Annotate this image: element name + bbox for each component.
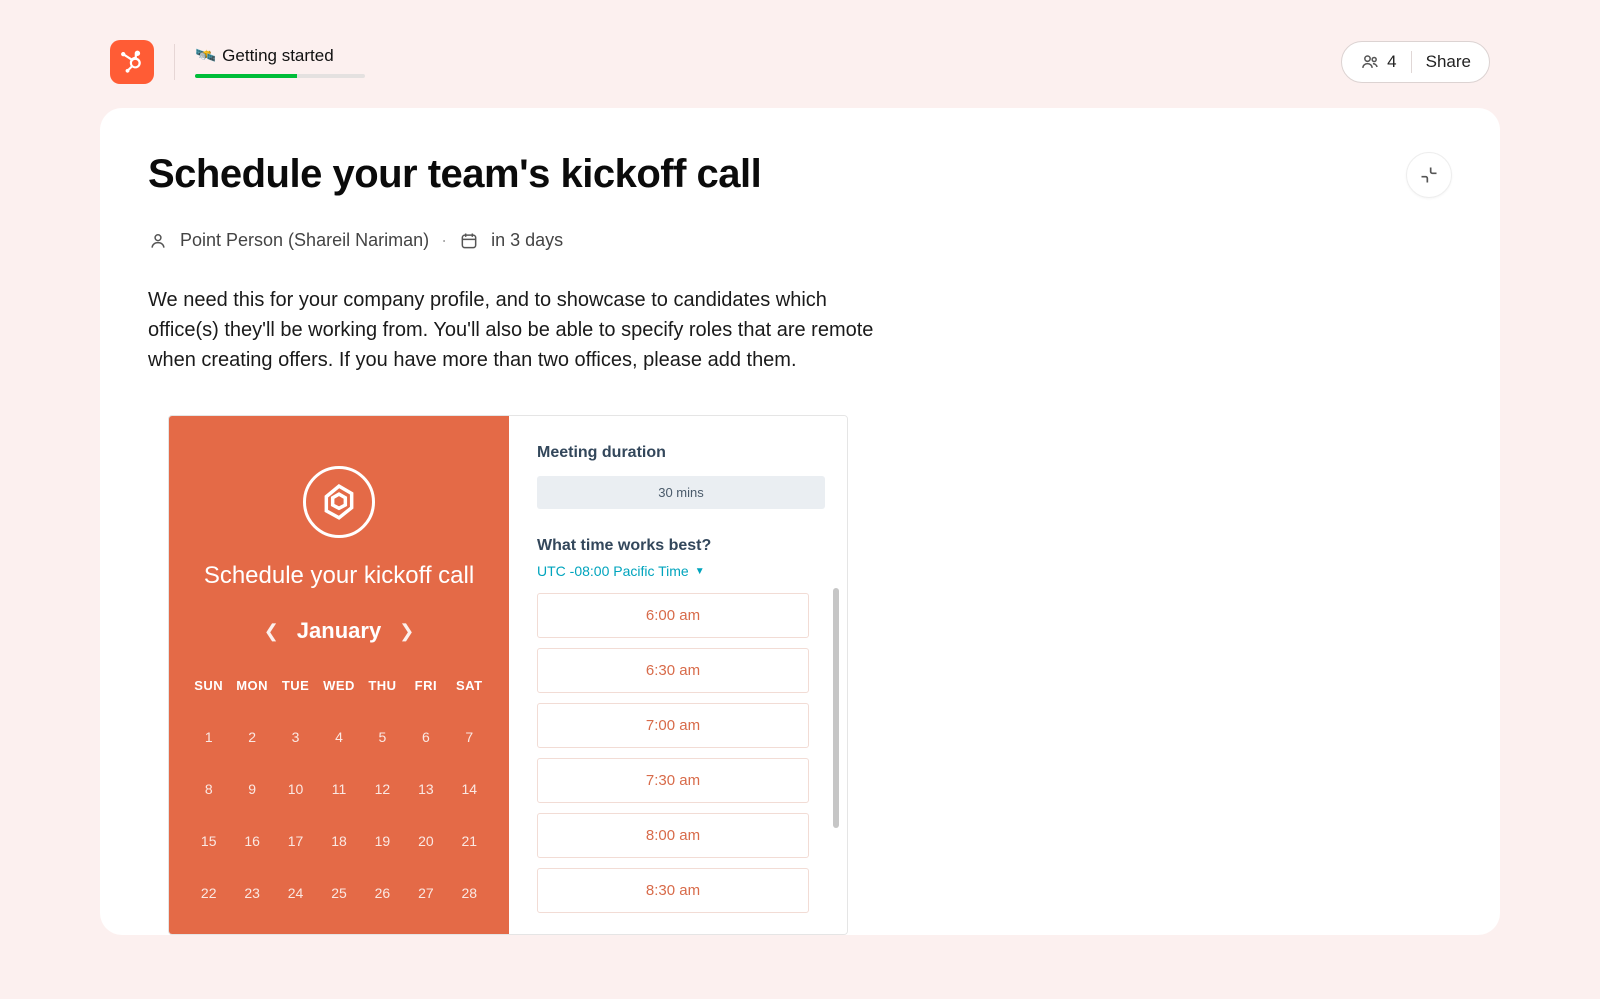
scrollbar-thumb[interactable] xyxy=(833,588,839,828)
timezone-value: UTC -08:00 Pacific Time xyxy=(537,563,689,579)
calendar-week-row: 891011121314 xyxy=(187,773,491,805)
share-controls: 4 Share xyxy=(1341,41,1490,83)
calendar-icon xyxy=(459,231,479,251)
timezone-selector[interactable]: UTC -08:00 Pacific Time ▼ xyxy=(537,563,825,579)
share-button[interactable]: Share xyxy=(1426,52,1471,72)
calendar-day-cell[interactable]: 6 xyxy=(404,721,447,753)
calendar-day-cell[interactable]: 2 xyxy=(230,721,273,753)
meta-row: Point Person (Shareil Nariman) · in 3 da… xyxy=(148,230,1452,251)
calendar-week-row: 22232425262728 xyxy=(187,877,491,909)
people-icon xyxy=(1360,52,1380,72)
calendar-day-cell[interactable]: 7 xyxy=(448,721,491,753)
separator-dot: · xyxy=(441,230,447,251)
calendar-day-cell[interactable]: 11 xyxy=(317,773,360,805)
card-title: Schedule your team's kickoff call xyxy=(148,152,761,197)
calendar-day-cell[interactable]: 1 xyxy=(187,721,230,753)
time-slot-list: 6:00 am 6:30 am 7:00 am 7:30 am 8:00 am 8:30 … xyxy=(537,593,825,913)
calendar-day-cell[interactable]: 23 xyxy=(230,877,273,909)
duration-label: Meeting duration xyxy=(537,444,825,462)
calendar-day-cell[interactable]: 5 xyxy=(361,721,404,753)
calendar-day-cell[interactable]: 14 xyxy=(448,773,491,805)
calendar-day-cell[interactable]: 25 xyxy=(317,877,360,909)
scheduler-preview: Schedule your kickoff call ❮ January ❯ S… xyxy=(168,415,848,935)
duration-value[interactable]: 30 mins xyxy=(537,476,825,509)
calendar-day-cell[interactable]: 12 xyxy=(361,773,404,805)
dow-cell: THU xyxy=(361,670,404,701)
time-slot[interactable]: 6:00 am xyxy=(537,593,809,638)
caret-down-icon: ▼ xyxy=(695,566,705,577)
task-card: Schedule your team's kickoff call Point … xyxy=(100,108,1500,935)
calendar-day-cell[interactable]: 10 xyxy=(274,773,317,805)
calendar-day-cell[interactable]: 20 xyxy=(404,825,447,857)
hubspot-logo[interactable] xyxy=(110,40,154,84)
progress-fill xyxy=(195,74,297,78)
card-body-text: We need this for your company profile, a… xyxy=(148,285,888,375)
calendar-week-row: 15161718192021 xyxy=(187,825,491,857)
point-person-label: Point Person (Shareil Nariman) xyxy=(180,230,429,251)
time-slot[interactable]: 7:30 am xyxy=(537,758,809,803)
calendar-day-cell[interactable]: 22 xyxy=(187,877,230,909)
time-works-label: What time works best? xyxy=(537,537,825,555)
calendar-day-cell[interactable]: 27 xyxy=(404,877,447,909)
calendar-day-cell[interactable]: 15 xyxy=(187,825,230,857)
vertical-divider xyxy=(174,44,175,80)
due-label: in 3 days xyxy=(491,230,563,251)
calendar-day-cell[interactable]: 26 xyxy=(361,877,404,909)
getting-started-label: Getting started xyxy=(222,46,334,66)
getting-started-block[interactable]: 🛰️ Getting started xyxy=(195,46,365,78)
header-bar: 🛰️ Getting started 4 Share xyxy=(100,40,1500,108)
calendar-day-cell[interactable]: 21 xyxy=(448,825,491,857)
dow-cell: SUN xyxy=(187,670,230,701)
calendar-day-cell[interactable]: 13 xyxy=(404,773,447,805)
calendar-week-row: 1234567 xyxy=(187,721,491,753)
progress-track xyxy=(195,74,365,78)
collapse-button[interactable] xyxy=(1406,152,1452,198)
person-icon xyxy=(148,231,168,251)
collapse-icon xyxy=(1419,165,1439,185)
time-slot[interactable]: 6:30 am xyxy=(537,648,809,693)
month-next-button[interactable]: ❯ xyxy=(399,621,414,642)
dow-cell: FRI xyxy=(404,670,447,701)
month-prev-button[interactable]: ❮ xyxy=(264,621,279,642)
time-slot[interactable]: 8:00 am xyxy=(537,813,809,858)
time-slot[interactable]: 8:30 am xyxy=(537,868,809,913)
calendar-day-cell[interactable]: 9 xyxy=(230,773,273,805)
dow-cell: WED xyxy=(317,670,360,701)
calendar-day-cell[interactable]: 3 xyxy=(274,721,317,753)
dow-row: SUNMONTUEWEDTHUFRISAT xyxy=(187,670,491,701)
dow-cell: SAT xyxy=(448,670,491,701)
calendar-day-cell[interactable]: 28 xyxy=(448,877,491,909)
calendar-day-cell[interactable]: 16 xyxy=(230,825,273,857)
calendar-day-cell[interactable]: 4 xyxy=(317,721,360,753)
dow-cell: MON xyxy=(230,670,273,701)
calendar-day-cell[interactable]: 24 xyxy=(274,877,317,909)
scheduler-title: Schedule your kickoff call xyxy=(187,562,491,590)
scheduler-calendar-panel: Schedule your kickoff call ❮ January ❯ S… xyxy=(169,416,509,934)
dow-cell: TUE xyxy=(274,670,317,701)
time-slot[interactable]: 7:00 am xyxy=(537,703,809,748)
calendar-day-cell[interactable]: 8 xyxy=(187,773,230,805)
month-label: January xyxy=(297,618,381,644)
people-count-button[interactable]: 4 xyxy=(1360,52,1396,72)
scheduler-logo-icon xyxy=(303,466,375,538)
people-count-value: 4 xyxy=(1387,52,1396,72)
calendar-day-cell[interactable]: 19 xyxy=(361,825,404,857)
scheduler-time-panel: Meeting duration 30 mins What time works… xyxy=(509,416,847,934)
calendar-day-cell[interactable]: 18 xyxy=(317,825,360,857)
rocket-icon: 🛰️ xyxy=(195,46,216,66)
calendar-day-cell[interactable]: 17 xyxy=(274,825,317,857)
vertical-divider xyxy=(1411,51,1412,73)
